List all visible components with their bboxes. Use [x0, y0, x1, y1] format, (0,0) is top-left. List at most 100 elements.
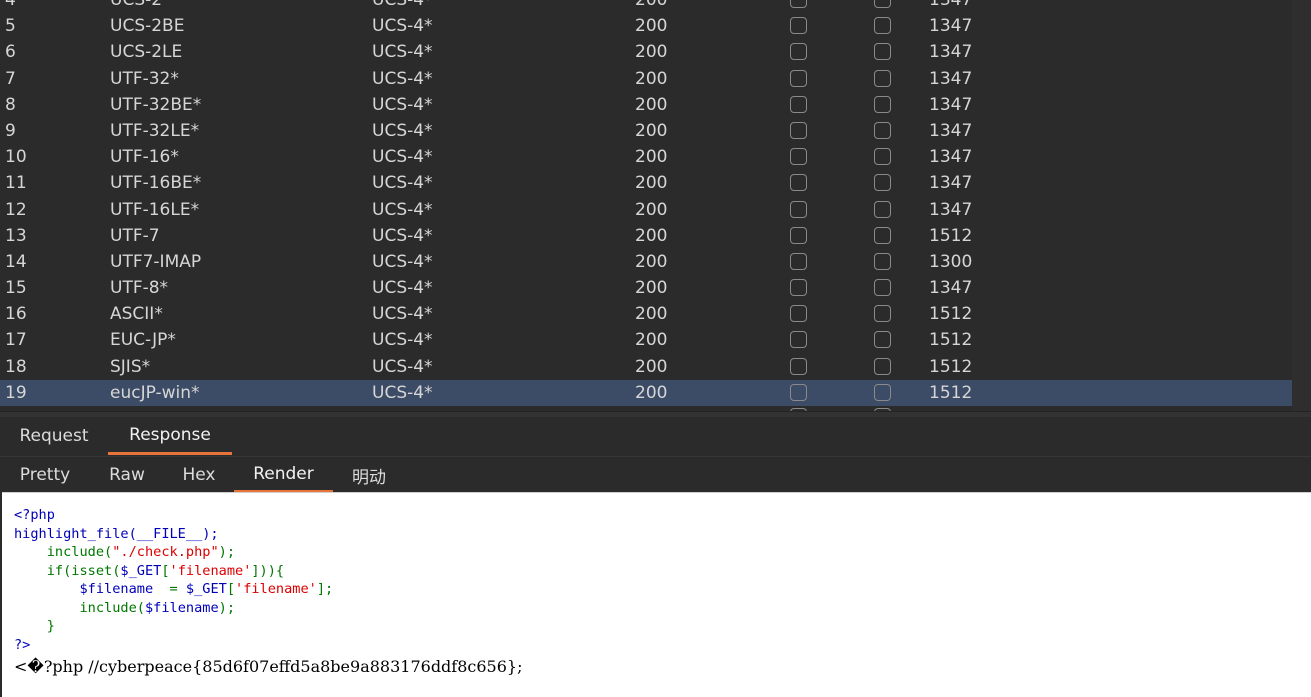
payload2-cell: UCS-4*	[372, 356, 433, 377]
tab-render[interactable]: Render	[234, 457, 333, 493]
php-close-tag: ?>	[14, 636, 31, 653]
error-checkbox[interactable]	[790, 17, 807, 35]
include-keyword: include(	[46, 544, 113, 560]
status-cell: 200	[635, 42, 668, 63]
payload2-cell: UCS-4*	[372, 304, 433, 325]
payload1-cell: UTF-8*	[110, 278, 169, 299]
timeout-checkbox[interactable]	[874, 174, 891, 192]
timeout-checkbox[interactable]	[874, 69, 891, 87]
payload2-cell: UCS-4*	[372, 199, 433, 220]
timeout-checkbox[interactable]	[874, 17, 891, 35]
payload1-cell: UTF-16*	[110, 147, 179, 168]
length-cell: 1347	[929, 0, 973, 10]
status-cell: 200	[635, 68, 668, 89]
row-number: 4	[5, 0, 16, 10]
error-checkbox[interactable]	[790, 226, 807, 244]
tab-pretty[interactable]: Pretty	[5, 457, 85, 493]
payload1-cell: EUC-JP*	[110, 330, 176, 351]
payload2-cell: UCS-4*	[372, 16, 433, 37]
table-row[interactable]: 6 UCS-2LE UCS-4* 200 1347	[0, 39, 1292, 66]
table-row[interactable]: 16 ASCII* UCS-4* 200 1512	[0, 301, 1292, 328]
row-number: 7	[5, 68, 16, 89]
tab-hex[interactable]: Hex	[170, 457, 228, 493]
timeout-checkbox[interactable]	[874, 331, 891, 349]
payload1-cell: UCS-2	[110, 0, 163, 10]
timeout-checkbox[interactable]	[874, 383, 891, 401]
timeout-checkbox[interactable]	[874, 200, 891, 218]
table-row[interactable]: 12 UTF-16LE* UCS-4* 200 1347	[0, 196, 1292, 223]
table-row[interactable]: 15 UTF-8* UCS-4* 200 1347	[0, 275, 1292, 302]
if-var: $_GET	[120, 562, 162, 579]
tab-mingdong[interactable]: 明动	[340, 457, 398, 493]
payload2-cell: UCS-4*	[372, 173, 433, 194]
length-cell: 1347	[929, 120, 973, 141]
timeout-checkbox[interactable]	[874, 0, 891, 8]
vertical-scrollbar[interactable]	[1292, 0, 1311, 411]
error-checkbox[interactable]	[790, 174, 807, 192]
status-cell: 200	[635, 94, 668, 115]
php-source: <?php highlight_file(__FILE__); include(…	[14, 506, 333, 654]
timeout-checkbox[interactable]	[874, 226, 891, 244]
timeout-checkbox[interactable]	[874, 95, 891, 113]
length-cell: 1347	[929, 42, 973, 63]
tab-raw[interactable]: Raw	[95, 457, 159, 493]
tab-response[interactable]: Response	[108, 417, 232, 455]
view-tabs: Pretty Raw Hex Render 明动	[0, 456, 1311, 493]
error-checkbox[interactable]	[790, 121, 807, 139]
error-checkbox[interactable]	[790, 383, 807, 401]
if-bracket: [	[161, 562, 170, 579]
error-checkbox[interactable]	[790, 43, 807, 61]
timeout-checkbox[interactable]	[874, 121, 891, 139]
payload1-cell: UCS-2BE	[110, 16, 185, 37]
timeout-checkbox[interactable]	[874, 252, 891, 270]
table-row[interactable]: 10 UTF-16* UCS-4* 200 1347	[0, 144, 1292, 171]
tab-request[interactable]: Request	[10, 417, 98, 455]
error-checkbox[interactable]	[790, 200, 807, 218]
status-cell: 200	[635, 304, 668, 325]
payload2-cell: UCS-4*	[372, 68, 433, 89]
php-open-tag: <?php	[14, 507, 55, 523]
table-row[interactable]: 17 EUC-JP* UCS-4* 200 1512	[0, 327, 1292, 354]
table-row[interactable]: 11 UTF-16BE* UCS-4* 200 1347	[0, 170, 1292, 197]
timeout-checkbox[interactable]	[874, 43, 891, 61]
table-row[interactable]: 7 UTF-32* UCS-4* 200 1347	[0, 65, 1292, 92]
table-row[interactable]: 5 UCS-2BE UCS-4* 200 1347	[0, 13, 1292, 40]
timeout-checkbox[interactable]	[874, 148, 891, 166]
length-cell: 1347	[929, 147, 973, 168]
error-checkbox[interactable]	[790, 357, 807, 375]
table-row[interactable]: 8 UTF-32BE* UCS-4* 200 1347	[0, 91, 1292, 118]
timeout-checkbox[interactable]	[874, 357, 891, 375]
error-checkbox[interactable]	[790, 69, 807, 87]
table-row[interactable]: 13 UTF-7 UCS-4* 200 1512	[0, 222, 1292, 249]
row-number: 17	[5, 330, 27, 351]
table-row[interactable]: 9 UTF-32LE* UCS-4* 200 1347	[0, 117, 1292, 145]
table-row[interactable]: 19 eucJP-win* UCS-4* 200 1512	[0, 379, 1292, 406]
status-cell: 200	[635, 382, 668, 403]
length-cell: 1347	[929, 199, 973, 220]
payload1-cell: UTF-32BE*	[110, 94, 202, 115]
error-checkbox[interactable]	[790, 305, 807, 323]
payload2-cell: UCS-4*	[372, 94, 433, 115]
table-row[interactable]: 14 UTF7-IMAP UCS-4* 200 1300	[0, 248, 1292, 276]
error-checkbox[interactable]	[790, 148, 807, 166]
timeout-checkbox[interactable]	[874, 279, 891, 297]
if-end: ])){	[251, 562, 285, 579]
include2-end: );	[218, 599, 236, 616]
error-checkbox[interactable]	[790, 95, 807, 113]
table-row[interactable]: 18 SJIS* UCS-4* 200 1512	[0, 353, 1292, 380]
length-cell: 1347	[929, 94, 973, 115]
error-checkbox[interactable]	[790, 252, 807, 270]
length-cell: 1512	[929, 225, 973, 246]
payload1-cell: UTF-32*	[110, 68, 179, 89]
timeout-checkbox[interactable]	[874, 305, 891, 323]
error-checkbox[interactable]	[790, 279, 807, 297]
status-cell: 200	[635, 278, 668, 299]
render-panel: <?php highlight_file(__FILE__); include(…	[2, 492, 1311, 697]
row-number: 16	[5, 304, 27, 325]
table-row[interactable]: 4 UCS-2 UCS-4* 200 1347	[0, 0, 1292, 14]
status-cell: 200	[635, 147, 668, 168]
payload2-cell: UCS-4*	[372, 251, 433, 272]
error-checkbox[interactable]	[790, 331, 807, 349]
status-cell: 200	[635, 0, 668, 10]
error-checkbox[interactable]	[790, 0, 807, 8]
